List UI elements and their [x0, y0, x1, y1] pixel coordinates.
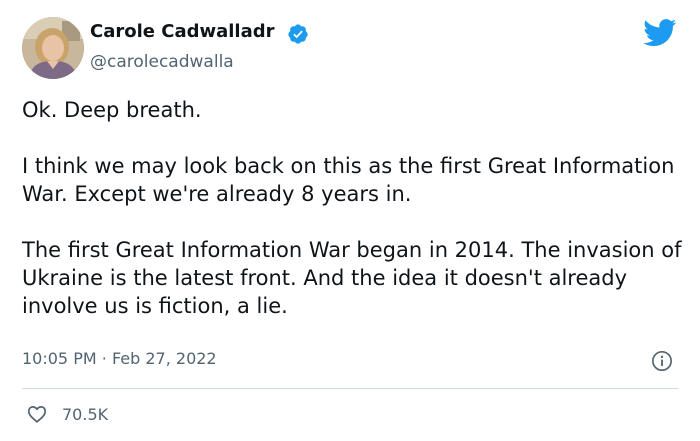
tweet-paragraph: I think we may look back on this as the … [22, 154, 675, 206]
author-name[interactable]: Carole Cadwalladr [90, 21, 275, 42]
divider [22, 388, 678, 389]
tweet-text: Ok. Deep breath. I think we may look bac… [22, 96, 682, 320]
author-handle[interactable]: @carolecadwalla [90, 52, 234, 72]
heart-icon [27, 405, 47, 423]
like-button[interactable]: 70.5K [26, 402, 108, 426]
timestamp-separator: · [101, 349, 107, 368]
verified-badge-icon [288, 24, 308, 44]
twitter-bird-icon[interactable] [643, 19, 677, 47]
like-count: 70.5K [62, 404, 109, 424]
tweet-date[interactable]: Feb 27, 2022 [112, 349, 217, 368]
avatar-photo [22, 17, 84, 79]
info-icon[interactable] [651, 350, 673, 372]
tweet-card: Carole Cadwalladr @carolecadwalla Ok. De… [0, 0, 700, 441]
tweet-timestamp[interactable]: 10:05 PM · Feb 27, 2022 [22, 349, 217, 368]
tweet-paragraph: Ok. Deep breath. [22, 98, 202, 122]
avatar[interactable] [22, 17, 84, 79]
tweet-time[interactable]: 10:05 PM [22, 349, 97, 368]
tweet-paragraph: The first Great Information War began in… [22, 238, 682, 318]
